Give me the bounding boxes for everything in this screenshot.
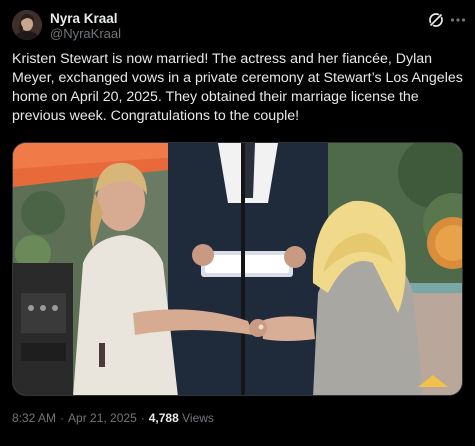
tweet-date[interactable]: Apr 21, 2025 <box>68 411 137 425</box>
tweet-card: Nyra Kraal @NyraKraal Kristen Stewart is… <box>0 0 475 446</box>
more-horizontal-icon[interactable] <box>449 11 467 29</box>
avatar[interactable] <box>12 10 42 40</box>
meta-separator: · <box>60 411 65 425</box>
tweet-media-photo[interactable] <box>12 142 463 396</box>
tweet-text: Kristen Stewart is now married! The actr… <box>12 51 463 124</box>
display-name[interactable]: Nyra Kraal <box>50 11 121 26</box>
tweet-time[interactable]: 8:32 AM <box>12 411 56 425</box>
views-label: Views <box>182 411 214 425</box>
tweet-meta: 8:32 AM · Apr 21, 2025 · 4,788 Views <box>12 411 214 426</box>
meta-separator: · <box>140 411 145 425</box>
views-count: 4,788 <box>148 411 179 425</box>
wedding-photo-image <box>13 143 462 395</box>
avatar-image <box>12 10 42 40</box>
handle[interactable]: @NyraKraal <box>50 26 121 41</box>
author-block: Nyra Kraal @NyraKraal <box>50 11 121 41</box>
grok-slash-icon[interactable] <box>427 11 445 29</box>
